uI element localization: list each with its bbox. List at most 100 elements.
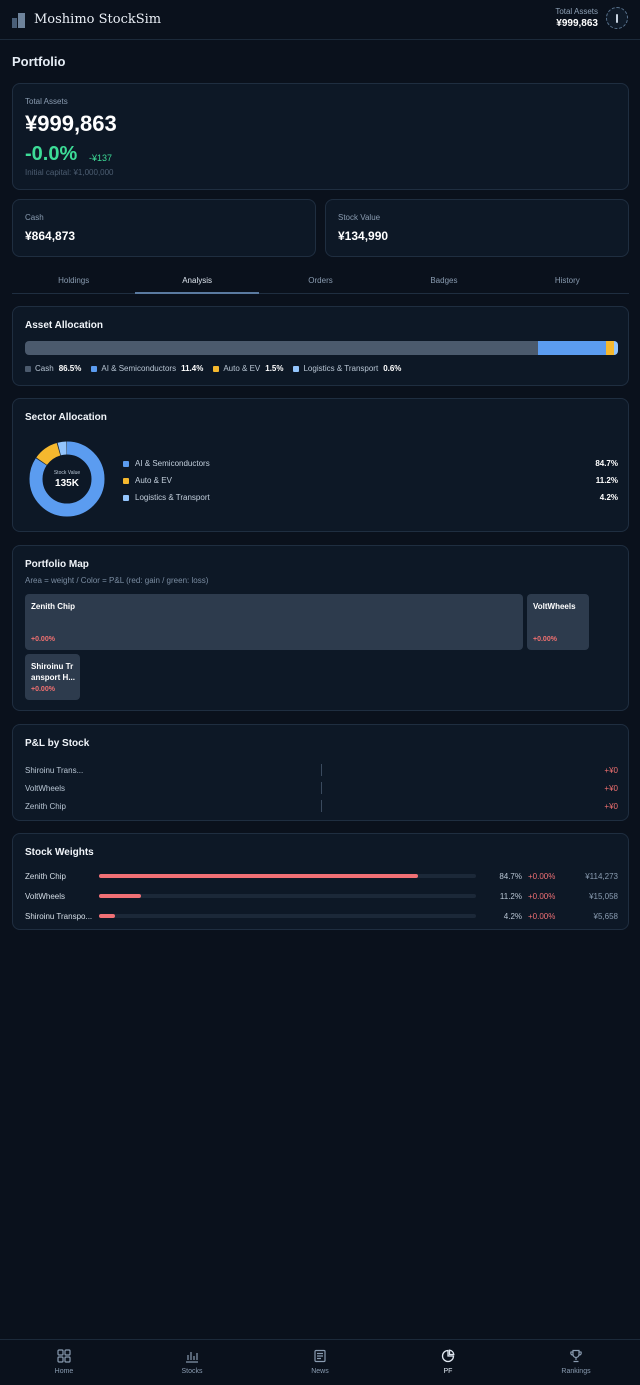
stock-value-label: Stock Value — [338, 213, 381, 222]
legend-pct: 0.6% — [383, 364, 402, 373]
sector-row-logistics: Logistics & Transport 4.2% — [123, 489, 618, 506]
change-amount: -¥137 — [89, 153, 113, 163]
asset-allocation-title: Asset Allocation — [25, 320, 103, 331]
page-title: Portfolio — [12, 54, 66, 69]
portfolio-map-subtitle: Area = weight / Color = P&L (red: gain /… — [25, 576, 209, 585]
change-percent: -0.0% — [25, 143, 78, 165]
tab-badges[interactable]: Badges — [382, 270, 505, 293]
nav-pf[interactable]: PF — [384, 1340, 512, 1385]
allocation-segment — [605, 341, 615, 355]
sector-pct: 84.7% — [595, 459, 618, 468]
donut-center: Stock Value 135K — [27, 439, 107, 519]
sector-swatch — [123, 477, 129, 484]
weight-row[interactable]: VoltWheels 11.2% +0.00% ¥15,058 — [25, 886, 618, 906]
nav-label: Rankings — [561, 1368, 591, 1375]
header-total-assets: Total Assets ¥999,863 — [555, 7, 628, 29]
legend-label: Auto & EV — [223, 364, 261, 373]
pnl-value: +¥0 — [604, 801, 618, 811]
weight-bar-fill — [99, 914, 115, 918]
pie-chart-icon — [441, 1349, 455, 1363]
pnl-title: P&L by Stock — [25, 738, 90, 749]
nav-label: Stocks — [181, 1368, 203, 1375]
sector-row-auto: Auto & EV 11.2% — [123, 472, 618, 489]
weight-value: ¥114,273 — [585, 871, 618, 881]
tile-name: Shiroinu Tr ansport H... — [31, 662, 76, 682]
app-logo-icon — [12, 12, 26, 28]
pnl-row: Zenith Chip +¥0 — [25, 797, 618, 815]
legend-ai: AI & Semiconductors 11.4% — [91, 364, 203, 373]
pnl-zero-axis — [321, 764, 322, 776]
sector-swatch — [123, 494, 129, 501]
sector-label: Logistics & Transport — [135, 493, 210, 502]
weight-value: ¥15,058 — [589, 891, 618, 901]
pnl-value: +¥0 — [604, 783, 618, 793]
pnl-row: Shiroinu Trans... +¥0 — [25, 761, 618, 779]
map-tile-zenith-chip[interactable]: Zenith Chip +0.00% — [25, 594, 523, 650]
bottom-nav: Home Stocks News PF Rankings — [0, 1339, 640, 1385]
weight-pct: 11.2% — [499, 891, 522, 901]
donut-center-value: 135K — [55, 477, 79, 489]
portfolio-map-title: Portfolio Map — [25, 559, 89, 570]
nav-rankings[interactable]: Rankings — [512, 1340, 640, 1385]
pnl-by-stock-card: P&L by Stock Shiroinu Trans... +¥0 VoltWh… — [12, 724, 629, 821]
user-avatar[interactable] — [606, 7, 628, 29]
nav-news[interactable]: News — [256, 1340, 384, 1385]
tile-pct: +0.00% — [31, 686, 55, 693]
pnl-zero-axis — [321, 800, 322, 812]
tab-history[interactable]: History — [506, 270, 629, 293]
map-tile-voltwheels[interactable]: VoltWheels +0.00% — [527, 594, 589, 650]
map-tile-shiroinu[interactable]: Shiroinu Tr ansport H... +0.00% — [25, 654, 80, 700]
weight-bar-track — [99, 914, 476, 918]
weight-bar-fill — [99, 874, 419, 878]
header-total-assets-label: Total Assets — [555, 7, 598, 16]
legend-label: Cash — [35, 364, 54, 373]
total-assets-card: Total Assets ¥999,863 -0.0% -¥137 Initia… — [12, 83, 629, 190]
sector-label: Auto & EV — [135, 476, 172, 485]
pnl-stock-name: Shiroinu Trans... — [25, 765, 84, 775]
newspaper-icon — [314, 1349, 326, 1363]
stock-weights-card: Stock Weights Zenith Chip 84.7% +0.00% ¥… — [12, 833, 629, 930]
nav-stocks[interactable]: Stocks — [128, 1340, 256, 1385]
weight-change: +0.00% — [528, 891, 556, 901]
stock-value-card: Stock Value ¥134,990 — [325, 199, 629, 257]
weight-bar-track — [99, 894, 476, 898]
legend-auto: Auto & EV 1.5% — [213, 364, 283, 373]
weight-pct: 84.7% — [499, 871, 522, 881]
legend-swatch — [91, 365, 98, 372]
pnl-value: +¥0 — [604, 765, 618, 775]
tab-orders[interactable]: Orders — [259, 270, 382, 293]
portfolio-map-card: Portfolio Map Area = weight / Color = P&… — [12, 545, 629, 711]
stocks-chart-icon — [186, 1352, 198, 1363]
weight-change: +0.00% — [528, 911, 556, 921]
stock-weights-title: Stock Weights — [25, 847, 94, 858]
legend-pct: 11.4% — [181, 364, 204, 373]
nav-home[interactable]: Home — [0, 1340, 128, 1385]
tab-holdings[interactable]: Holdings — [12, 270, 135, 293]
pnl-stock-name: VoltWheels — [25, 783, 66, 793]
pnl-row: VoltWheels +¥0 — [25, 779, 618, 797]
total-assets-label: Total Assets — [25, 97, 68, 106]
initial-capital: Initial capital: ¥1,000,000 — [25, 168, 114, 177]
legend-swatch — [213, 365, 220, 372]
sector-allocation-card: Sector Allocation Stock Value 135K AI & … — [12, 398, 629, 532]
avatar-icon — [616, 13, 618, 23]
trophy-icon — [570, 1349, 582, 1363]
tab-analysis[interactable]: Analysis — [135, 270, 260, 294]
allocation-legend: Cash 86.5% AI & Semiconductors 11.4% Auto … — [25, 364, 411, 373]
weight-row[interactable]: Shiroinu Transpo... 4.2% +0.00% ¥5,658 — [25, 906, 618, 926]
weight-bar-fill — [99, 894, 142, 898]
sector-row-ai: AI & Semiconductors 84.7% — [123, 455, 618, 472]
top-bar: Moshimo StockSim Total Assets ¥999,863 — [0, 0, 640, 40]
pnl-stock-name: Zenith Chip — [25, 801, 66, 811]
legend-label: AI & Semiconductors — [101, 364, 177, 373]
asset-allocation-card: Asset Allocation Cash 86.5% AI & Semicond… — [12, 306, 629, 386]
sector-swatch — [123, 460, 129, 467]
nav-label: News — [311, 1368, 329, 1375]
pnl-rows: Shiroinu Trans... +¥0 VoltWheels +¥0 Zenit… — [25, 761, 618, 815]
weight-stock-name: Zenith Chip — [25, 871, 66, 881]
tile-pct: +0.00% — [31, 636, 55, 643]
legend-cash: Cash 86.5% — [25, 364, 81, 373]
weight-stock-name: VoltWheels — [25, 891, 66, 901]
weight-row[interactable]: Zenith Chip 84.7% +0.00% ¥114,273 — [25, 866, 618, 886]
stock-value-value: ¥134,990 — [338, 229, 389, 243]
